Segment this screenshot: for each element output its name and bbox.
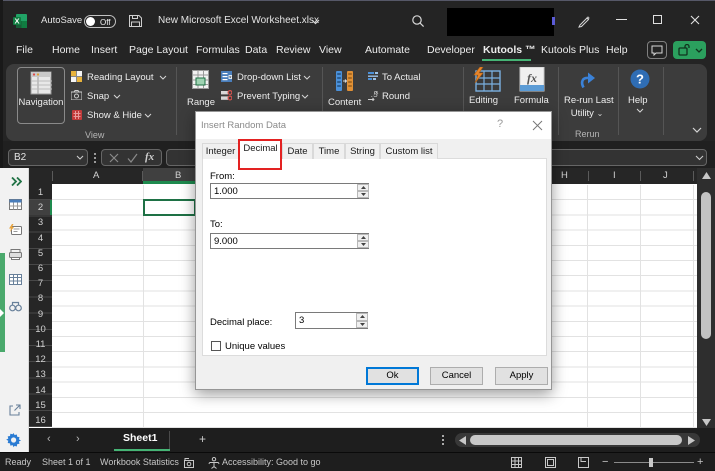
svg-text:?: ? bbox=[636, 72, 644, 87]
svg-text:X: X bbox=[14, 17, 19, 26]
svg-text:.5: .5 bbox=[371, 90, 378, 99]
svg-text:fx: fx bbox=[527, 71, 537, 85]
